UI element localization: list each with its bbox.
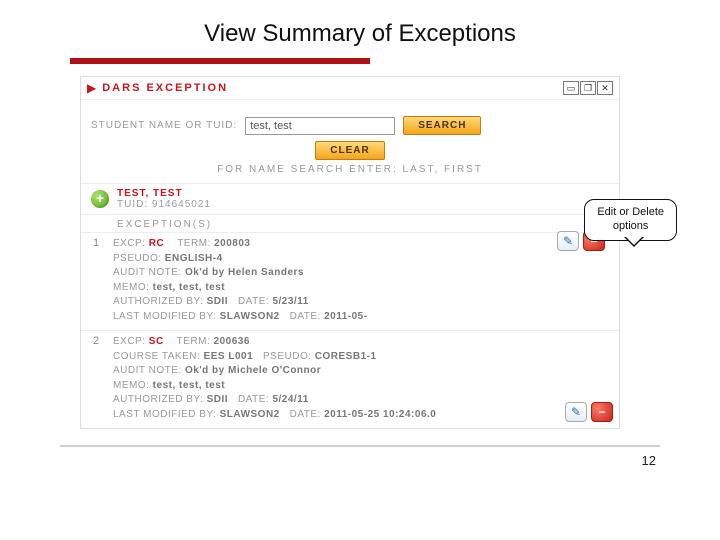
exception-item: 2 EXCP: SC TERM: 200636 COURSE TAKEN: EE… [81, 330, 619, 428]
auth-by-label: AUTHORIZED BY: [113, 296, 203, 307]
last-date-value: 2011-05-25 10:24:06.0 [324, 409, 436, 420]
panel-title: DARS EXCEPTION [102, 82, 228, 94]
search-label: STUDENT NAME OR TUID: [91, 120, 237, 131]
callout-line2: options [597, 220, 664, 234]
student-row: + TEST, TEST TUID: 914645021 [81, 183, 619, 214]
search-row: STUDENT NAME OR TUID: SEARCH [81, 100, 619, 141]
tuid-label: TUID: [117, 199, 148, 210]
auth-date-value: 5/24/11 [272, 394, 308, 405]
pseudo-value: ENGLISH-4 [165, 253, 223, 264]
excp-value: RC [149, 238, 164, 249]
memo-label: MEMO: [113, 282, 149, 293]
auth-by-value: SDII [207, 296, 228, 307]
course-taken-label: COURSE TAKEN: [113, 351, 200, 362]
memo-value: test, test, test [153, 380, 225, 391]
auth-date-label: DATE: [238, 296, 269, 307]
maximize-button[interactable]: ❐ [580, 81, 596, 95]
slide-title: View Summary of Exceptions [60, 20, 660, 48]
clear-button[interactable]: CLEAR [315, 141, 384, 160]
excp-value: SC [149, 336, 164, 347]
pseudo-label: PSEUDO: [113, 253, 162, 264]
course-taken-value: EES L001 [204, 351, 254, 362]
last-date-value: 2011-05- [324, 311, 367, 322]
memo-value: test, test, test [153, 282, 225, 293]
edit-icon[interactable]: ✎ [557, 231, 579, 251]
last-by-label: LAST MODIFIED BY: [113, 311, 216, 322]
audit-note-label: AUDIT NOTE: [113, 267, 182, 278]
edit-delete-callout: Edit or Delete options [584, 199, 677, 241]
student-search-input[interactable] [245, 117, 395, 135]
audit-note-value: Ok'd by Michele O'Connor [185, 365, 321, 376]
minimize-button[interactable]: ▭ [563, 81, 579, 95]
exception-number: 1 [93, 237, 105, 324]
excp-label: EXCP: [113, 336, 146, 347]
last-date-label: DATE: [290, 311, 321, 322]
excp-label: EXCP: [113, 238, 146, 249]
tuid-value: 914645021 [152, 199, 211, 210]
title-underline [70, 58, 370, 64]
page-number: 12 [60, 453, 660, 468]
auth-date-value: 5/23/11 [272, 296, 308, 307]
audit-note-value: Ok'd by Helen Sanders [185, 267, 304, 278]
search-hint: FOR NAME SEARCH ENTER: LAST, FIRST [81, 164, 619, 183]
auth-date-label: DATE: [238, 394, 269, 405]
term-value: 200636 [214, 336, 250, 347]
close-button[interactable]: ✕ [597, 81, 613, 95]
auth-by-label: AUTHORIZED BY: [113, 394, 203, 405]
add-icon[interactable]: + [91, 190, 109, 208]
last-by-label: LAST MODIFIED BY: [113, 409, 216, 420]
callout-line1: Edit or Delete [597, 206, 664, 220]
term-label: TERM: [177, 238, 211, 249]
last-date-label: DATE: [290, 409, 321, 420]
last-by-value: SLAWSON2 [220, 311, 280, 322]
last-by-value: SLAWSON2 [220, 409, 280, 420]
auth-by-value: SDII [207, 394, 228, 405]
term-value: 200803 [214, 238, 250, 249]
pseudo-value: CORESB1-1 [315, 351, 377, 362]
edit-icon[interactable]: ✎ [565, 402, 587, 422]
exception-number: 2 [93, 335, 105, 422]
exceptions-section-label: EXCEPTION(S) [81, 214, 619, 232]
dars-exception-panel: ▶ DARS EXCEPTION ▭ ❐ ✕ STUDENT NAME OR T… [80, 76, 620, 429]
exception-item: 1 EXCP: RC TERM: 200803 PSEUDO: ENGLISH-… [81, 232, 619, 330]
collapse-arrow-icon[interactable]: ▶ [87, 82, 96, 94]
window-controls: ▭ ❐ ✕ [563, 81, 613, 95]
term-label: TERM: [177, 336, 211, 347]
search-button[interactable]: SEARCH [403, 116, 481, 135]
memo-label: MEMO: [113, 380, 149, 391]
student-name: TEST, TEST [117, 188, 211, 199]
pseudo-label: PSEUDO: [263, 351, 312, 362]
panel-header: ▶ DARS EXCEPTION ▭ ❐ ✕ [81, 77, 619, 100]
audit-note-label: AUDIT NOTE: [113, 365, 182, 376]
delete-icon[interactable]: − [591, 402, 613, 422]
footer-divider [60, 445, 660, 447]
